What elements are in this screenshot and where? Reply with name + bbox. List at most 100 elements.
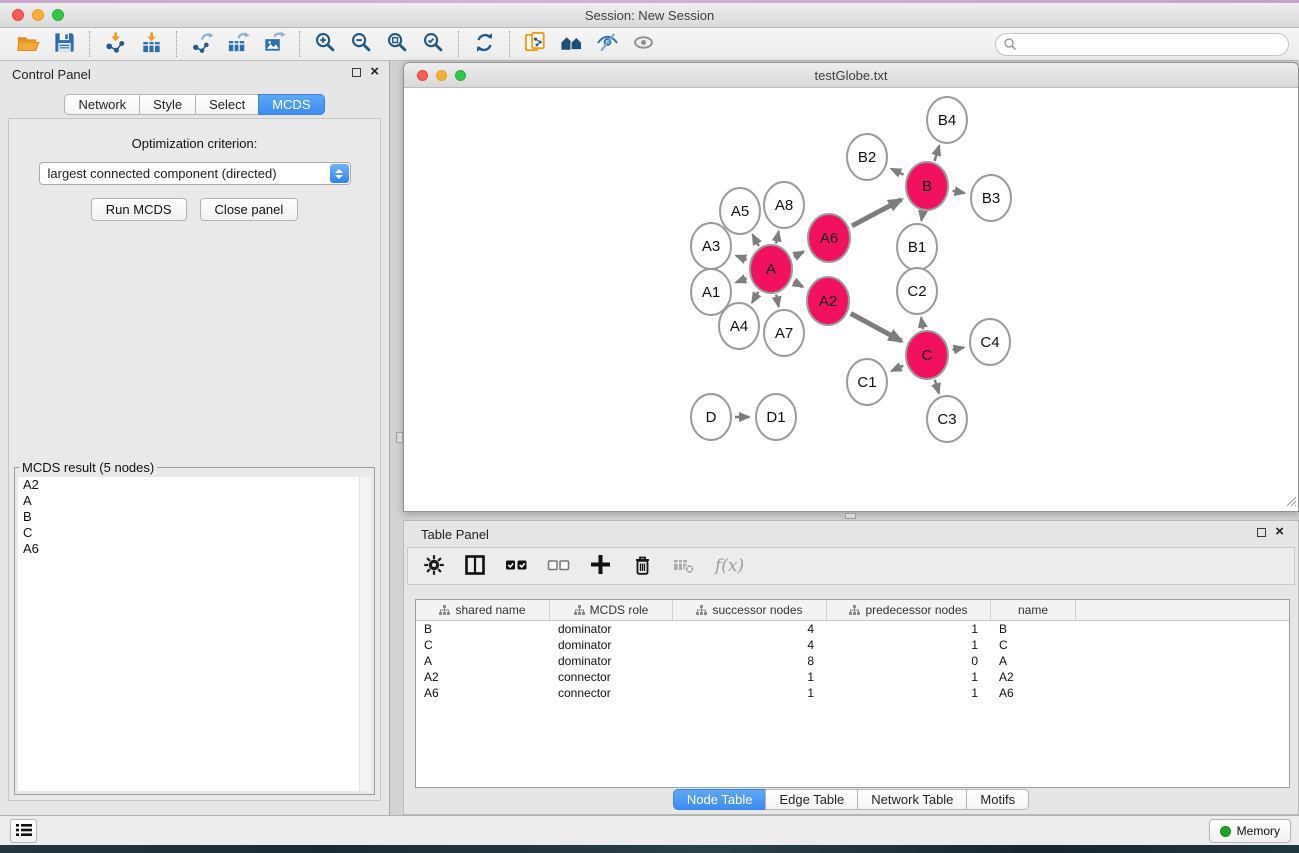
memory-button[interactable]: Memory (1209, 819, 1291, 843)
table-tab-motifs[interactable]: Motifs (966, 789, 1029, 810)
mcds-result-item-c[interactable]: C (18, 525, 371, 541)
graph-node-C4[interactable]: C4 (970, 319, 1010, 365)
graph-edge-C-C2[interactable] (921, 318, 923, 330)
graph-node-C1[interactable]: C1 (847, 359, 887, 405)
show-hidden-button[interactable] (625, 30, 661, 59)
graph-edge-A-A5[interactable] (753, 235, 759, 246)
graph-node-C2[interactable]: C2 (897, 268, 937, 314)
select-all-columns-button[interactable] (505, 551, 528, 581)
mcds-result-list[interactable]: A2ABCA6 (18, 477, 371, 791)
close-table-panel-icon[interactable]: × (1275, 527, 1284, 537)
graph-edge-B-B4[interactable] (935, 146, 940, 161)
graph-node-A[interactable]: A (750, 245, 792, 293)
graph-node-B3[interactable]: B3 (971, 175, 1011, 221)
graph-node-B4[interactable]: B4 (927, 97, 967, 143)
close-panel-icon[interactable]: × (370, 67, 379, 77)
graph-edge-C-C1[interactable] (892, 366, 904, 371)
hide-selected-button[interactable] (589, 30, 625, 59)
graph-node-A6[interactable]: A6 (808, 214, 850, 262)
save-session-button[interactable] (46, 30, 82, 59)
graph-node-D[interactable]: D (691, 394, 731, 440)
graph-edge-C-C4[interactable] (953, 348, 964, 350)
graph-edge-A-A1[interactable] (736, 278, 747, 282)
deselect-all-columns-button[interactable] (547, 551, 570, 581)
table-row-a2[interactable]: A2connector11A2 (416, 669, 1289, 685)
table-row-a[interactable]: Adominator80A (416, 653, 1289, 669)
horizontal-split-handle[interactable] (845, 513, 856, 519)
graph-node-A7[interactable]: A7 (764, 310, 804, 356)
graph-edge-A6-B[interactable] (852, 200, 901, 226)
table-row-b[interactable]: Bdominator41B (416, 621, 1289, 637)
graph-edge-A-A6[interactable] (794, 252, 804, 257)
zoom-fit-button[interactable] (379, 30, 415, 59)
float-panel-icon[interactable] (352, 68, 361, 77)
node-table[interactable]: shared nameMCDS rolesuccessor nodesprede… (415, 599, 1290, 788)
mcds-result-item-a6[interactable]: A6 (18, 541, 371, 557)
column-header-mcds-role[interactable]: MCDS role (550, 600, 673, 620)
zoom-out-button[interactable] (343, 30, 379, 59)
graph-edge-B-B3[interactable] (953, 191, 965, 193)
add-column-button[interactable] (589, 551, 612, 581)
criterion-select[interactable]: largest connected component (directed) (39, 162, 351, 185)
export-image-button[interactable] (256, 30, 292, 59)
control-tab-mcds[interactable]: MCDS (258, 94, 324, 115)
window-resize-grip[interactable] (1284, 494, 1297, 510)
result-list-scrollbar[interactable] (359, 477, 371, 791)
graph-node-A3[interactable]: A3 (691, 223, 731, 269)
graph-node-C[interactable]: C (906, 331, 948, 379)
delete-column-button[interactable] (631, 551, 654, 581)
graph-node-B[interactable]: B (906, 162, 948, 210)
graph-node-B2[interactable]: B2 (847, 134, 887, 180)
duplicate-network-button[interactable] (517, 30, 553, 59)
graph-edge-B-B2[interactable] (891, 169, 903, 175)
column-header-predecessor-nodes[interactable]: predecessor nodes (827, 600, 991, 620)
open-session-button[interactable] (10, 30, 46, 59)
column-header-successor-nodes[interactable]: successor nodes (673, 600, 827, 620)
delete-table-button[interactable] (673, 551, 696, 581)
show-column-panel-button[interactable] (464, 551, 486, 581)
graph-edge-A-A8[interactable] (776, 232, 778, 244)
search-input[interactable] (995, 33, 1289, 56)
vertical-split-handle[interactable] (396, 432, 403, 443)
table-tab-network-table[interactable]: Network Table (857, 789, 967, 810)
control-tab-select[interactable]: Select (195, 94, 259, 115)
graph-node-A2[interactable]: A2 (807, 277, 849, 325)
graph-node-B1[interactable]: B1 (897, 224, 937, 270)
task-history-button[interactable] (10, 819, 37, 843)
run-mcds-button[interactable]: Run MCDS (91, 198, 187, 221)
graph-edge-B-B1[interactable] (921, 212, 922, 221)
table-settings-button[interactable] (423, 551, 445, 581)
zoom-selected-button[interactable] (415, 30, 451, 59)
main-titlebar[interactable]: Session: New Session (0, 3, 1299, 28)
graph-edge-A2-C[interactable] (851, 314, 902, 342)
zoom-in-button[interactable] (307, 30, 343, 59)
table-tab-edge-table[interactable]: Edge Table (765, 789, 858, 810)
graph-node-A1[interactable]: A1 (691, 269, 731, 315)
table-tab-node-table[interactable]: Node Table (673, 789, 767, 810)
mcds-result-item-b[interactable]: B (18, 509, 371, 525)
column-header-shared-name[interactable]: shared name (416, 600, 550, 620)
float-table-panel-icon[interactable] (1257, 528, 1266, 537)
graph-edge-A-A3[interactable] (736, 256, 747, 260)
graph-edge-C-C3[interactable] (935, 380, 939, 393)
network-canvas[interactable]: B4 B2 B B3 A8A5 A6 A3 B1 A C2 A1 A2 A4A7 C4 C C1 C3 D D1 (404, 88, 1298, 511)
network-window-titlebar[interactable]: testGlobe.txt (404, 63, 1298, 88)
graph-node-A4[interactable]: A4 (719, 303, 759, 349)
graph-edge-A-A7[interactable] (776, 295, 778, 307)
table-row-c[interactable]: Cdominator41C (416, 637, 1289, 653)
mcds-result-item-a2[interactable]: A2 (18, 477, 371, 493)
mcds-result-item-a[interactable]: A (18, 493, 371, 509)
export-network-button[interactable] (184, 30, 220, 59)
graph-node-A5[interactable]: A5 (720, 188, 760, 234)
import-network-button[interactable] (97, 30, 133, 59)
graph-node-A8[interactable]: A8 (764, 182, 804, 228)
export-table-button[interactable] (220, 30, 256, 59)
neighbors-button[interactable] (553, 30, 589, 59)
graph-edge-A-A4[interactable] (752, 292, 758, 303)
control-tab-network[interactable]: Network (64, 94, 140, 115)
column-header-name[interactable]: name (991, 600, 1076, 620)
function-builder-button[interactable]: f(x) (715, 551, 744, 581)
table-row-a6[interactable]: A6connector11A6 (416, 685, 1289, 701)
graph-node-D1[interactable]: D1 (756, 394, 796, 440)
graph-node-C3[interactable]: C3 (927, 396, 967, 442)
